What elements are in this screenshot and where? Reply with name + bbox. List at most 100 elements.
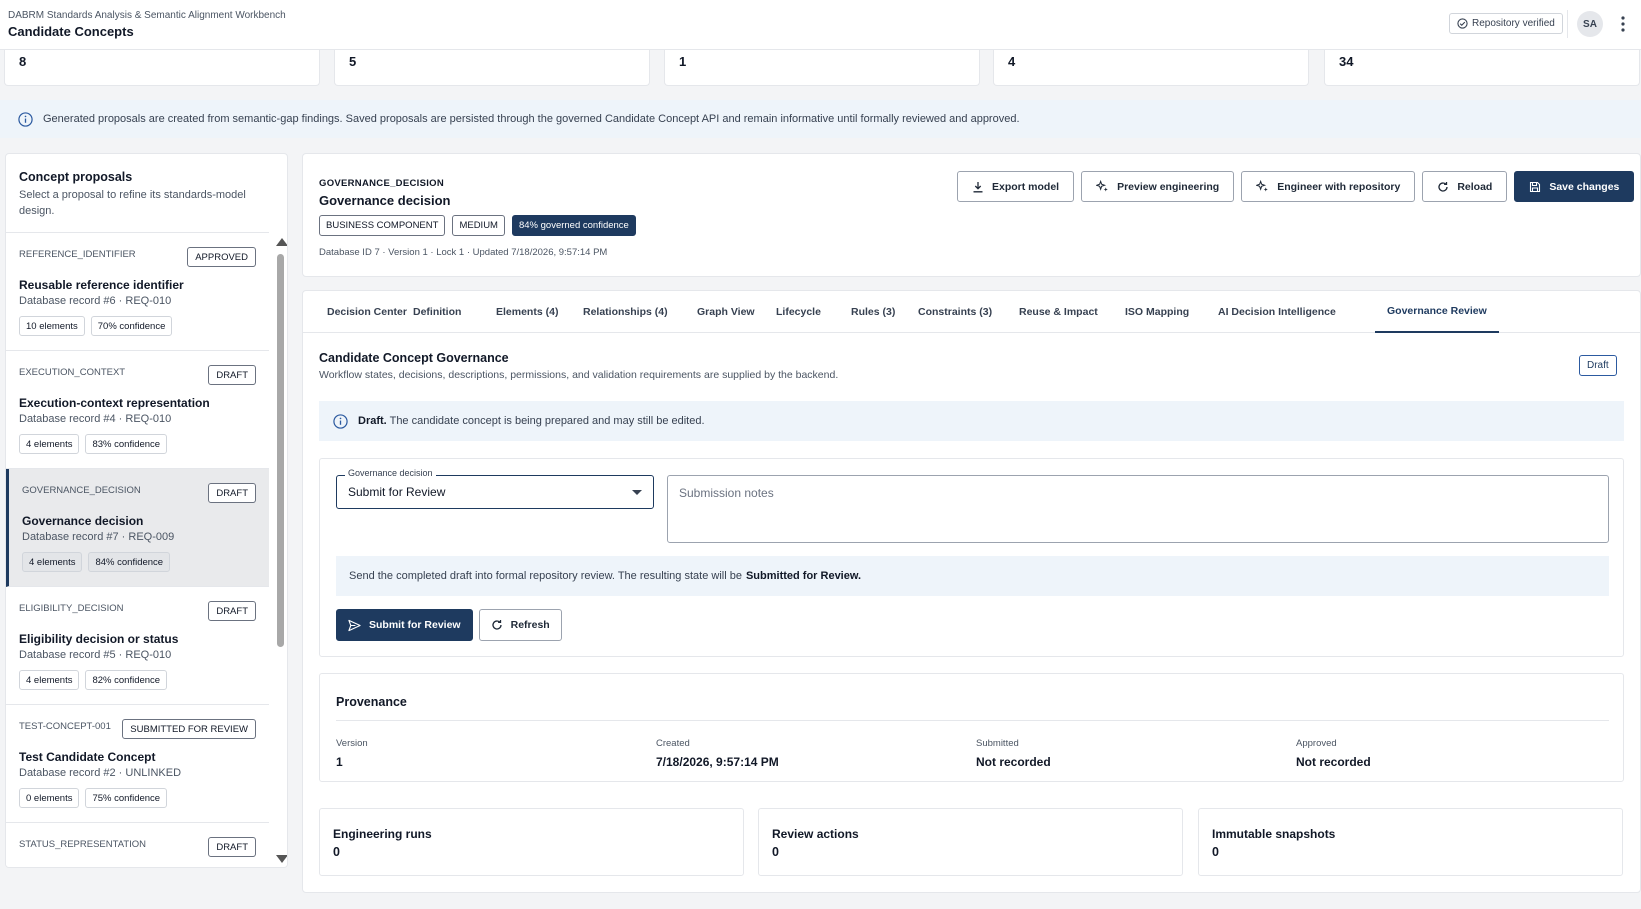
metric-value: 0 [333,845,340,859]
tab-reuse-impact[interactable]: Reuse & Impact [1007,291,1110,333]
stat-value: 34 [1339,54,1354,69]
preview-engineering-button[interactable]: Preview engineering [1081,171,1235,202]
proposal-item[interactable]: ELIGIBILITY_DECISION DRAFT Eligibility d… [6,587,269,705]
info-banner: Generated proposals are created from sem… [0,100,1641,138]
proposal-code: REFERENCE_IDENTIFIER [19,249,136,260]
status-badge: DRAFT [208,483,256,503]
decision-note-text: Send the completed draft into formal rep… [349,570,742,582]
save-changes-button[interactable]: Save changes [1514,171,1635,202]
confidence-chip: 83% confidence [85,434,168,454]
tab-ai-decision-intelligence[interactable]: AI Decision Intelligence [1206,291,1348,333]
engineer-with-repository-button[interactable]: Engineer with repository [1241,171,1416,202]
avatar[interactable]: SA [1577,11,1603,37]
provenance-version: Version 1 [336,738,368,769]
chevron-down-icon [632,490,642,495]
tab-constraints[interactable]: Constraints (3) [906,291,1004,333]
concept-name: Governance decision [319,193,451,208]
status-badge: DRAFT [208,601,256,621]
metric-value: 0 [1212,845,1219,859]
governance-panel: Decision Center Definition Elements (4) … [302,290,1641,893]
metric-value: 0 [772,845,779,859]
governance-title: Candidate Concept Governance [319,351,509,365]
tab-graph-view[interactable]: Graph View [685,291,767,333]
engineer-with-repository-label: Engineer with repository [1277,180,1401,193]
decision-note-state: Submitted for Review. [745,570,862,582]
proposal-code: STATUS_REPRESENTATION [19,839,147,850]
state-label: Draft. [358,415,387,427]
proposals-title: Concept proposals [19,170,133,184]
proposal-name: Test Candidate Concept [19,750,156,764]
repository-status-badge[interactable]: Repository verified [1449,13,1563,34]
stat-value: 5 [349,54,357,69]
metric-label: Review actions [772,827,859,841]
tab-relationships[interactable]: Relationships (4) [571,291,680,333]
more-vertical-icon[interactable] [1614,12,1632,36]
tab-definition[interactable]: Definition [401,291,473,333]
state-badge: Draft [1579,355,1617,376]
refresh-icon [1438,181,1448,192]
check-circle-icon [1457,18,1468,29]
confidence-chip: 84% confidence [88,552,171,572]
proposal-code: EXECUTION_CONTEXT [19,367,126,378]
submit-for-review-label: Submit for Review [369,619,461,631]
refresh-button[interactable]: Refresh [478,609,562,641]
proposal-name: Eligibility decision or status [19,632,179,646]
concept-code: GOVERNANCE_DECISION [319,178,444,189]
proposal-item[interactable]: TEST-CONCEPT-001 SUBMITTED FOR REVIEW Te… [6,705,269,823]
proposal-list: REFERENCE_IDENTIFIER APPROVED Reusable r… [6,232,269,867]
tab-rules[interactable]: Rules (3) [839,291,907,333]
export-model-button[interactable]: Export model [957,171,1075,202]
proposal-code: GOVERNANCE_DECISION [22,485,141,496]
tab-governance-review[interactable]: Governance Review [1375,291,1499,333]
submit-for-review-button[interactable]: Submit for Review [336,609,473,641]
submission-notes-field[interactable] [667,475,1609,543]
stat-value: 8 [19,54,27,69]
scroll-up-arrow-icon[interactable] [276,238,287,246]
status-badge: SUBMITTED FOR REVIEW [122,719,256,739]
state-banner: Draft. The candidate concept is being pr… [319,401,1624,441]
info-banner-text: Generated proposals are created from sem… [43,113,1020,125]
confidence-badge: 84% governed confidence [511,215,636,236]
proposal-item[interactable]: EXECUTION_CONTEXT DRAFT Execution-contex… [6,351,269,469]
type-badge: BUSINESS COMPONENT [319,215,446,236]
stat-value: 1 [679,54,687,69]
proposal-name: Execution-context representation [19,396,210,410]
proposal-record: Database record #5 · REQ-010 [19,649,172,661]
tab-lifecycle[interactable]: Lifecycle [764,291,833,333]
elements-chip: 4 elements [22,552,83,572]
tab-elements[interactable]: Elements (4) [484,291,570,333]
stat-card: 4 [993,46,1309,86]
reload-button[interactable]: Reload [1422,171,1508,202]
stat-card: 34 [1324,46,1640,86]
reload-label: Reload [1457,180,1493,193]
proposal-item[interactable]: STATUS_REPRESENTATION DRAFT [6,823,269,867]
header-divider [1567,10,1568,38]
metric-label: Immutable snapshots [1212,827,1336,841]
refresh-label: Refresh [510,619,550,631]
state-text: The candidate concept is being prepared … [389,415,705,427]
proposal-code: TEST-CONCEPT-001 [19,721,111,732]
concept-detail-header: GOVERNANCE_DECISION Governance decision … [302,153,1641,277]
save-icon [1530,181,1541,192]
concept-proposals-panel: Concept proposals Select a proposal to r… [5,153,288,868]
sparkle-icon [1096,180,1108,192]
scrollbar-thumb[interactable] [277,254,284,647]
stat-value: 4 [1008,54,1016,69]
provenance-value: Not recorded [1296,755,1371,769]
stat-card: 5 [334,46,650,86]
proposal-name: Governance decision [22,514,144,528]
app-subtitle: DABRM Standards Analysis & Semantic Alig… [8,10,286,21]
governance-decision-select[interactable]: Governance decision Submit for Review [336,468,654,509]
tab-iso-mapping[interactable]: ISO Mapping [1113,291,1201,333]
proposal-code: ELIGIBILITY_DECISION [19,603,124,614]
proposal-item-selected[interactable]: GOVERNANCE_DECISION DRAFT Governance dec… [6,469,269,587]
app-header: DABRM Standards Analysis & Semantic Alig… [0,0,1641,50]
confidence-chip: 82% confidence [85,670,168,690]
tab-bar: Decision Center Definition Elements (4) … [303,291,1640,333]
engineering-runs-card: Engineering runs 0 [319,808,744,876]
scroll-down-arrow-icon[interactable] [276,855,287,863]
proposal-item[interactable]: REFERENCE_IDENTIFIER APPROVED Reusable r… [6,233,269,351]
stat-card: 1 [664,46,980,86]
provenance-label: Submitted [976,738,1019,749]
provenance-submitted: Submitted Not recorded [976,738,1051,769]
